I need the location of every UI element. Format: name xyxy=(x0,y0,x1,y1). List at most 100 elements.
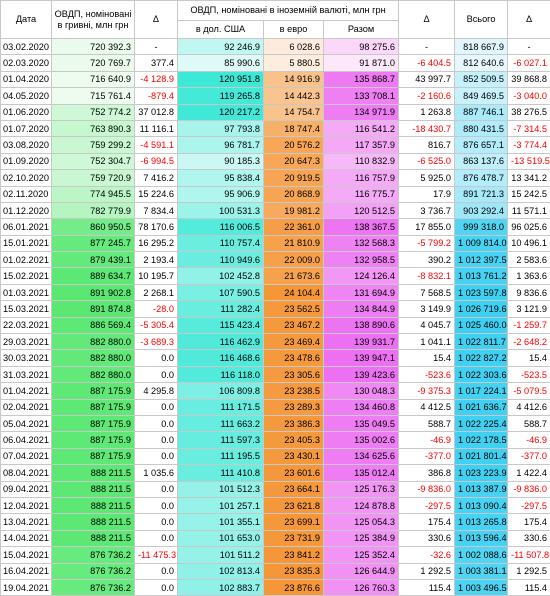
cell-fx-sum: 132 958.5 xyxy=(324,252,399,268)
cell-eur-value: 23 386.3 xyxy=(264,415,324,431)
cell-date: 02.04.2021 xyxy=(1,399,52,415)
cell-fx-sum: 135 868.7 xyxy=(324,71,399,87)
cell-date: 15.02.2021 xyxy=(1,268,52,284)
cell-fx-sum: 126 760.3 xyxy=(324,579,399,595)
cell-delta-uah: 7 834.4 xyxy=(135,202,178,218)
cell-delta-uah: 0.0 xyxy=(135,514,178,530)
cell-fx-sum: 98 275.6 xyxy=(324,39,399,55)
cell-delta-uah: -6 994.5 xyxy=(135,153,178,169)
cell-fx-sum: 120 512.5 xyxy=(324,202,399,218)
cell-date: 06.04.2021 xyxy=(1,432,52,448)
cell-date: 02.10.2020 xyxy=(1,170,52,186)
cell-delta-uah: 0.0 xyxy=(135,497,178,513)
cell-uah-value: 887 175.9 xyxy=(52,415,135,431)
table-row: 08.04.2021888 211.51 035.6111 410.823 60… xyxy=(1,465,550,481)
cell-usd-value: 96 781.7 xyxy=(178,137,264,153)
cell-fx-sum: 134 844.9 xyxy=(324,301,399,317)
cell-usd-value: 92 246.9 xyxy=(178,39,264,55)
cell-delta-fx: 17.9 xyxy=(399,186,455,202)
cell-delta-total: -11 507.8 xyxy=(508,547,550,563)
cell-fx-sum: 135 049.5 xyxy=(324,415,399,431)
cell-total-value: 1 013 090.4 xyxy=(455,497,508,513)
cell-fx-sum: 125 176.3 xyxy=(324,481,399,497)
table-row: 03.02.2020720 392.3-92 246.96 028.698 27… xyxy=(1,39,550,55)
cell-delta-uah: -4 128.9 xyxy=(135,71,178,87)
cell-date: 03.08.2020 xyxy=(1,137,52,153)
cell-total-value: 1 021 801.4 xyxy=(455,448,508,464)
cell-date: 04.05.2020 xyxy=(1,88,52,104)
cell-date: 14.04.2021 xyxy=(1,530,52,546)
cell-fx-sum: 134 971.9 xyxy=(324,104,399,120)
cell-total-value: 849 469.5 xyxy=(455,88,508,104)
cell-delta-total: 38 276.5 xyxy=(508,104,550,120)
cell-uah-value: 882 880.0 xyxy=(52,366,135,382)
cell-usd-value: 111 663.2 xyxy=(178,415,264,431)
cell-delta-uah: 0.0 xyxy=(135,399,178,415)
cell-delta-total: 3 121.9 xyxy=(508,301,550,317)
cell-delta-total: 1 363.6 xyxy=(508,268,550,284)
cell-delta-fx: 1 041.1 xyxy=(399,334,455,350)
cell-uah-value: 887 175.9 xyxy=(52,399,135,415)
cell-usd-value: 97 793.8 xyxy=(178,120,264,136)
cell-delta-fx: 15.4 xyxy=(399,350,455,366)
cell-uah-value: 877 245.7 xyxy=(52,235,135,251)
cell-fx-sum: 134 460.8 xyxy=(324,399,399,415)
cell-uah-value: 759 299.2 xyxy=(52,137,135,153)
table-row: 14.04.2021888 211.50.0101 653.023 731.91… xyxy=(1,530,550,546)
cell-total-value: 1 022 827.2 xyxy=(455,350,508,366)
cell-delta-total: -6 027.1 xyxy=(508,55,550,71)
cell-delta-total: -377.0 xyxy=(508,448,550,464)
cell-date: 30.03.2021 xyxy=(1,350,52,366)
cell-delta-fx: - xyxy=(399,39,455,55)
cell-delta-uah: 2 193.4 xyxy=(135,252,178,268)
cell-delta-fx: 115.4 xyxy=(399,579,455,595)
cell-delta-total: 175.4 xyxy=(508,514,550,530)
cell-delta-uah: 2 268.1 xyxy=(135,284,178,300)
table-row: 01.03.2021891 902.82 268.1107 590.524 10… xyxy=(1,284,550,300)
cell-total-value: 863 137.6 xyxy=(455,153,508,169)
cell-total-value: 1 022 811.7 xyxy=(455,334,508,350)
cell-delta-uah: 0.0 xyxy=(135,530,178,546)
cell-eur-value: 24 104.4 xyxy=(264,284,324,300)
cell-uah-value: 879 439.1 xyxy=(52,252,135,268)
cell-fx-sum: 138 890.6 xyxy=(324,317,399,333)
cell-usd-value: 106 809.8 xyxy=(178,383,264,399)
cell-delta-fx: -9 836.0 xyxy=(399,481,455,497)
cell-delta-total: -46.9 xyxy=(508,432,550,448)
header-eur: в евро xyxy=(264,21,324,39)
cell-fx-sum: 116 775.7 xyxy=(324,186,399,202)
table-row: 15.01.2021877 245.716 295.2110 757.421 8… xyxy=(1,235,550,251)
cell-usd-value: 107 590.5 xyxy=(178,284,264,300)
cell-delta-uah: -3 689.3 xyxy=(135,334,178,350)
cell-delta-uah: 78 170.6 xyxy=(135,219,178,235)
cell-delta-uah: 37 012.8 xyxy=(135,104,178,120)
cell-eur-value: 23 289.3 xyxy=(264,399,324,415)
cell-delta-uah: 0.0 xyxy=(135,415,178,431)
cell-delta-total: -9 836.0 xyxy=(508,481,550,497)
cell-eur-value: 20 647.3 xyxy=(264,153,324,169)
cell-uah-value: 891 874.8 xyxy=(52,301,135,317)
cell-delta-fx: 386.8 xyxy=(399,465,455,481)
cell-uah-value: 860 950.5 xyxy=(52,219,135,235)
cell-delta-uah: -4 591.1 xyxy=(135,137,178,153)
cell-fx-sum: 138 367.5 xyxy=(324,219,399,235)
cell-uah-value: 882 880.0 xyxy=(52,350,135,366)
table-row: 01.02.2021879 439.12 193.4110 949.622 00… xyxy=(1,252,550,268)
cell-usd-value: 110 949.6 xyxy=(178,252,264,268)
cell-total-value: 1 013 596.4 xyxy=(455,530,508,546)
cell-usd-value: 95 906.9 xyxy=(178,186,264,202)
cell-total-value: 1 022 178.5 xyxy=(455,432,508,448)
cell-delta-fx: -523.6 xyxy=(399,366,455,382)
table-row: 01.07.2020763 890.311 116.197 793.818 74… xyxy=(1,120,550,136)
cell-uah-value: 888 211.5 xyxy=(52,530,135,546)
table-row: 06.04.2021887 175.90.0111 597.323 405.31… xyxy=(1,432,550,448)
cell-date: 01.02.2021 xyxy=(1,252,52,268)
header-usd: в дол. США xyxy=(178,21,264,39)
cell-fx-sum: 139 423.6 xyxy=(324,366,399,382)
cell-eur-value: 19 981.2 xyxy=(264,202,324,218)
cell-delta-uah: - xyxy=(135,39,178,55)
table-row: 01.12.2020782 779.97 834.4100 531.319 98… xyxy=(1,202,550,218)
cell-fx-sum: 139 931.7 xyxy=(324,334,399,350)
cell-delta-fx: -6 404.5 xyxy=(399,55,455,71)
header-sum: Разом xyxy=(324,21,399,39)
